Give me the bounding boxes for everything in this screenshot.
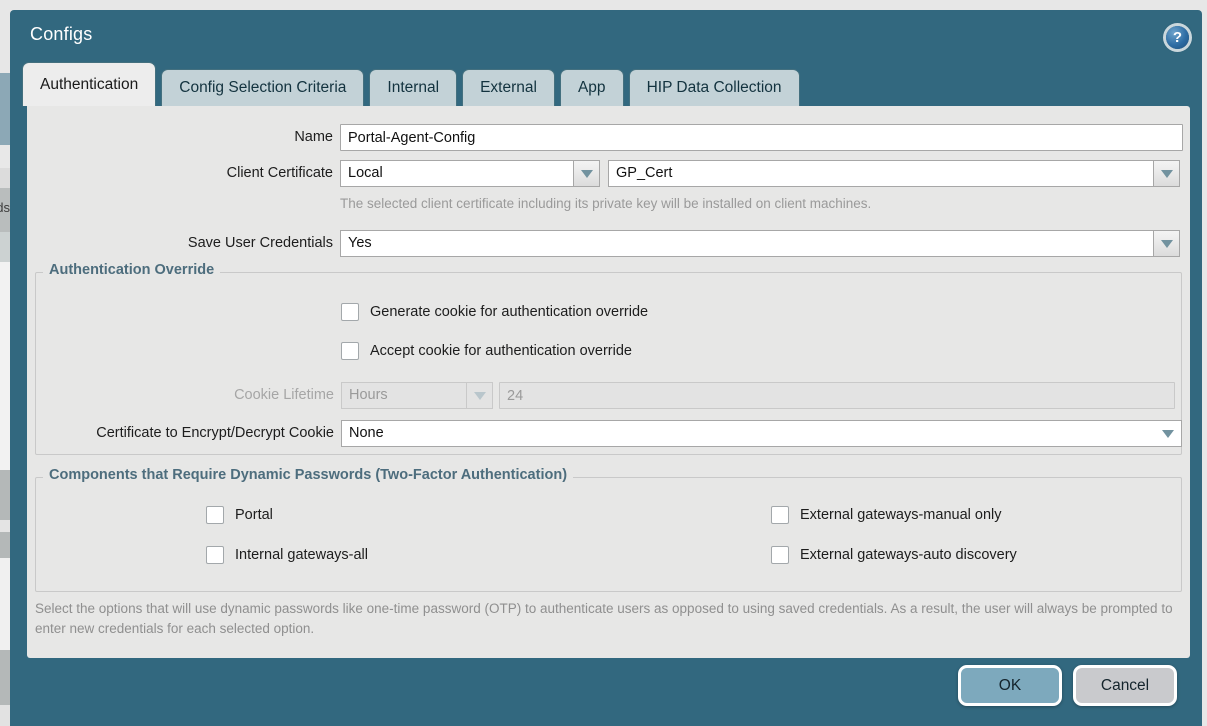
configs-dialog: Configs ? Authentication Config Selectio…: [10, 10, 1202, 726]
background-fragment: [0, 145, 10, 168]
ok-button[interactable]: OK: [958, 665, 1062, 706]
authentication-tab-panel: Name Client Certificate Local GP_Cert Th…: [27, 106, 1190, 658]
background-fragment: [0, 650, 10, 705]
internal-gateways-all-checkbox[interactable]: [206, 546, 224, 564]
internal-gateways-row: Internal gateways-all: [206, 546, 368, 564]
tab-hip-data-collection[interactable]: HIP Data Collection: [629, 69, 800, 106]
cookie-lifetime-unit-value[interactable]: Hours: [341, 382, 466, 409]
client-certificate-hint: The selected client certificate includin…: [340, 196, 871, 211]
background-fragment: [0, 10, 10, 73]
portal-label: Portal: [235, 507, 273, 523]
dynamic-passwords-legend: Components that Require Dynamic Password…: [43, 467, 573, 483]
authentication-override-group: Authentication Override Generate cookie …: [35, 272, 1182, 455]
client-certificate-type-value[interactable]: Local: [340, 160, 573, 187]
external-gateways-manual-row: External gateways-manual only: [771, 506, 1002, 524]
name-input[interactable]: [340, 124, 1183, 151]
chevron-down-icon[interactable]: [1153, 230, 1180, 257]
dialog-title: Configs: [30, 24, 92, 45]
generate-cookie-checkbox[interactable]: [341, 303, 359, 321]
cookie-lifetime-unit-select[interactable]: Hours: [341, 382, 493, 409]
generate-cookie-label: Generate cookie for authentication overr…: [370, 304, 648, 320]
cancel-button[interactable]: Cancel: [1073, 665, 1177, 706]
generate-cookie-row: Generate cookie for authentication overr…: [341, 303, 648, 321]
background-fragment: [0, 705, 10, 726]
dynamic-passwords-group: Components that Require Dynamic Password…: [35, 477, 1182, 592]
save-user-credentials-select[interactable]: Yes: [340, 230, 1180, 257]
portal-row: Portal: [206, 506, 273, 524]
internal-gateways-all-label: Internal gateways-all: [235, 547, 368, 563]
chevron-down-icon[interactable]: [466, 382, 493, 409]
authentication-override-legend: Authentication Override: [43, 262, 220, 278]
tab-app[interactable]: App: [560, 69, 624, 106]
accept-cookie-label: Accept cookie for authentication overrid…: [370, 343, 632, 359]
external-gateways-auto-row: External gateways-auto discovery: [771, 546, 1017, 564]
cookie-lifetime-label: Cookie Lifetime: [36, 382, 334, 409]
tab-bar: Authentication Config Selection Criteria…: [22, 62, 800, 106]
cookie-lifetime-amount-input[interactable]: [499, 382, 1175, 409]
certificate-cookie-select[interactable]: None: [341, 420, 1182, 447]
client-certificate-select[interactable]: GP_Cert: [608, 160, 1180, 187]
chevron-down-icon[interactable]: [573, 160, 600, 187]
page-background-right-strip: [1202, 0, 1207, 726]
tab-internal[interactable]: Internal: [369, 69, 457, 106]
save-user-credentials-value[interactable]: Yes: [340, 230, 1153, 257]
background-fragment: ds: [0, 188, 10, 232]
chevron-down-icon[interactable]: [1155, 420, 1182, 447]
external-gateways-manual-checkbox[interactable]: [771, 506, 789, 524]
dynamic-passwords-footnote: Select the options that will use dynamic…: [35, 599, 1182, 639]
background-fragment: [0, 470, 10, 520]
client-certificate-value[interactable]: GP_Cert: [608, 160, 1153, 187]
accept-cookie-checkbox[interactable]: [341, 342, 359, 360]
background-partial-text: ds: [0, 200, 10, 215]
page-background-top-strip: [0, 0, 1207, 10]
background-fragment: [0, 73, 10, 145]
external-gateways-manual-label: External gateways-manual only: [800, 507, 1002, 523]
background-fragment: [0, 558, 10, 650]
portal-checkbox[interactable]: [206, 506, 224, 524]
tab-config-selection-criteria[interactable]: Config Selection Criteria: [161, 69, 364, 106]
name-label: Name: [27, 124, 333, 151]
certificate-cookie-label: Certificate to Encrypt/Decrypt Cookie: [36, 420, 334, 447]
client-certificate-type-select[interactable]: Local: [340, 160, 600, 187]
background-fragment: [0, 532, 10, 558]
external-gateways-auto-label: External gateways-auto discovery: [800, 547, 1017, 563]
external-gateways-auto-checkbox[interactable]: [771, 546, 789, 564]
background-fragment: [0, 520, 10, 532]
chevron-down-icon[interactable]: [1153, 160, 1180, 187]
certificate-cookie-value[interactable]: None: [341, 420, 1155, 447]
background-fragment: [0, 262, 10, 470]
tab-authentication[interactable]: Authentication: [22, 62, 156, 106]
tab-external[interactable]: External: [462, 69, 555, 106]
background-fragment: [0, 232, 10, 262]
save-user-credentials-label: Save User Credentials: [27, 230, 333, 257]
background-fragment: [0, 168, 10, 188]
help-icon[interactable]: ?: [1166, 26, 1189, 49]
client-certificate-label: Client Certificate: [27, 160, 333, 187]
accept-cookie-row: Accept cookie for authentication overrid…: [341, 342, 632, 360]
